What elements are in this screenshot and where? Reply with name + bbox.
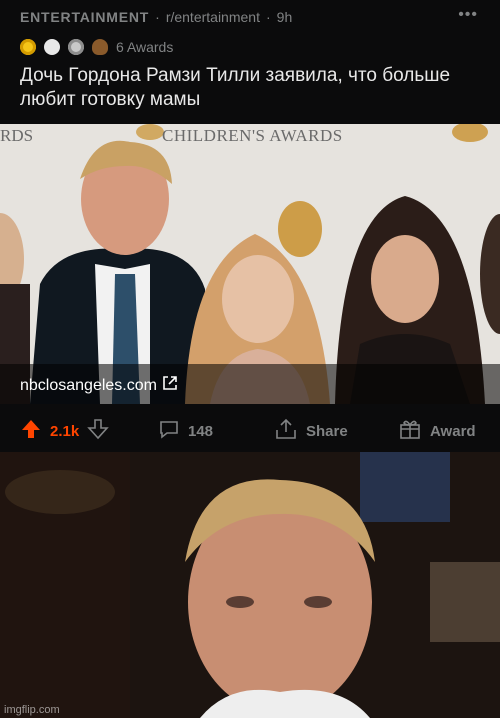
separator-dot: · — [155, 9, 160, 25]
award-icon-poop — [92, 39, 108, 55]
share-icon — [274, 418, 298, 444]
external-link-icon — [161, 374, 179, 397]
separator-dot: · — [265, 9, 271, 25]
awards-count: 6 Awards — [116, 39, 174, 55]
imgflip-watermark: imgflip.com — [4, 704, 60, 716]
subreddit-path[interactable]: r/entertainment — [166, 9, 260, 25]
post-image[interactable] — [0, 124, 500, 404]
post-age: 9h — [276, 9, 293, 25]
upvote-count: 2.1k — [50, 422, 80, 440]
vote-group: 2.1k — [20, 418, 109, 444]
meme-image: imgflip.com — [0, 452, 500, 718]
share-button[interactable]: Share — [274, 418, 348, 444]
award-icon-wholesome — [20, 39, 36, 55]
more-icon[interactable]: ••• — [458, 6, 478, 24]
downvote-arrow-icon[interactable] — [87, 418, 109, 444]
upvote-arrow-icon[interactable] — [20, 418, 42, 444]
reddit-post: ENTERTAINMENT · r/entertainment · 9h •••… — [0, 0, 500, 452]
meme-photo — [0, 452, 500, 718]
award-icon-silver — [68, 39, 84, 55]
comment-count: 148 — [188, 422, 214, 440]
award-label: Award — [430, 422, 476, 440]
post-meta: ENTERTAINMENT · r/entertainment · 9h — [20, 8, 292, 26]
comment-icon — [158, 418, 180, 444]
subreddit-label[interactable]: ENTERTAINMENT — [20, 9, 149, 25]
external-link[interactable]: nbclosangeles.com — [20, 374, 179, 397]
link-domain[interactable]: nbclosangeles.com — [20, 377, 157, 395]
banner-text: CHILDREN'S AWARDS — [162, 126, 343, 145]
share-label: Share — [306, 422, 348, 440]
post-photo — [0, 124, 500, 404]
comments-button[interactable]: 148 — [158, 418, 213, 444]
award-icon-helpful — [44, 39, 60, 55]
post-title[interactable]: Дочь Гордона Рамзи Тилли заявила, что бо… — [20, 64, 480, 112]
banner-left-text: RDS — [0, 126, 34, 145]
awards-row[interactable]: 6 Awards — [20, 38, 173, 56]
award-button[interactable]: Award — [398, 418, 476, 444]
award-gift-icon — [398, 418, 422, 444]
